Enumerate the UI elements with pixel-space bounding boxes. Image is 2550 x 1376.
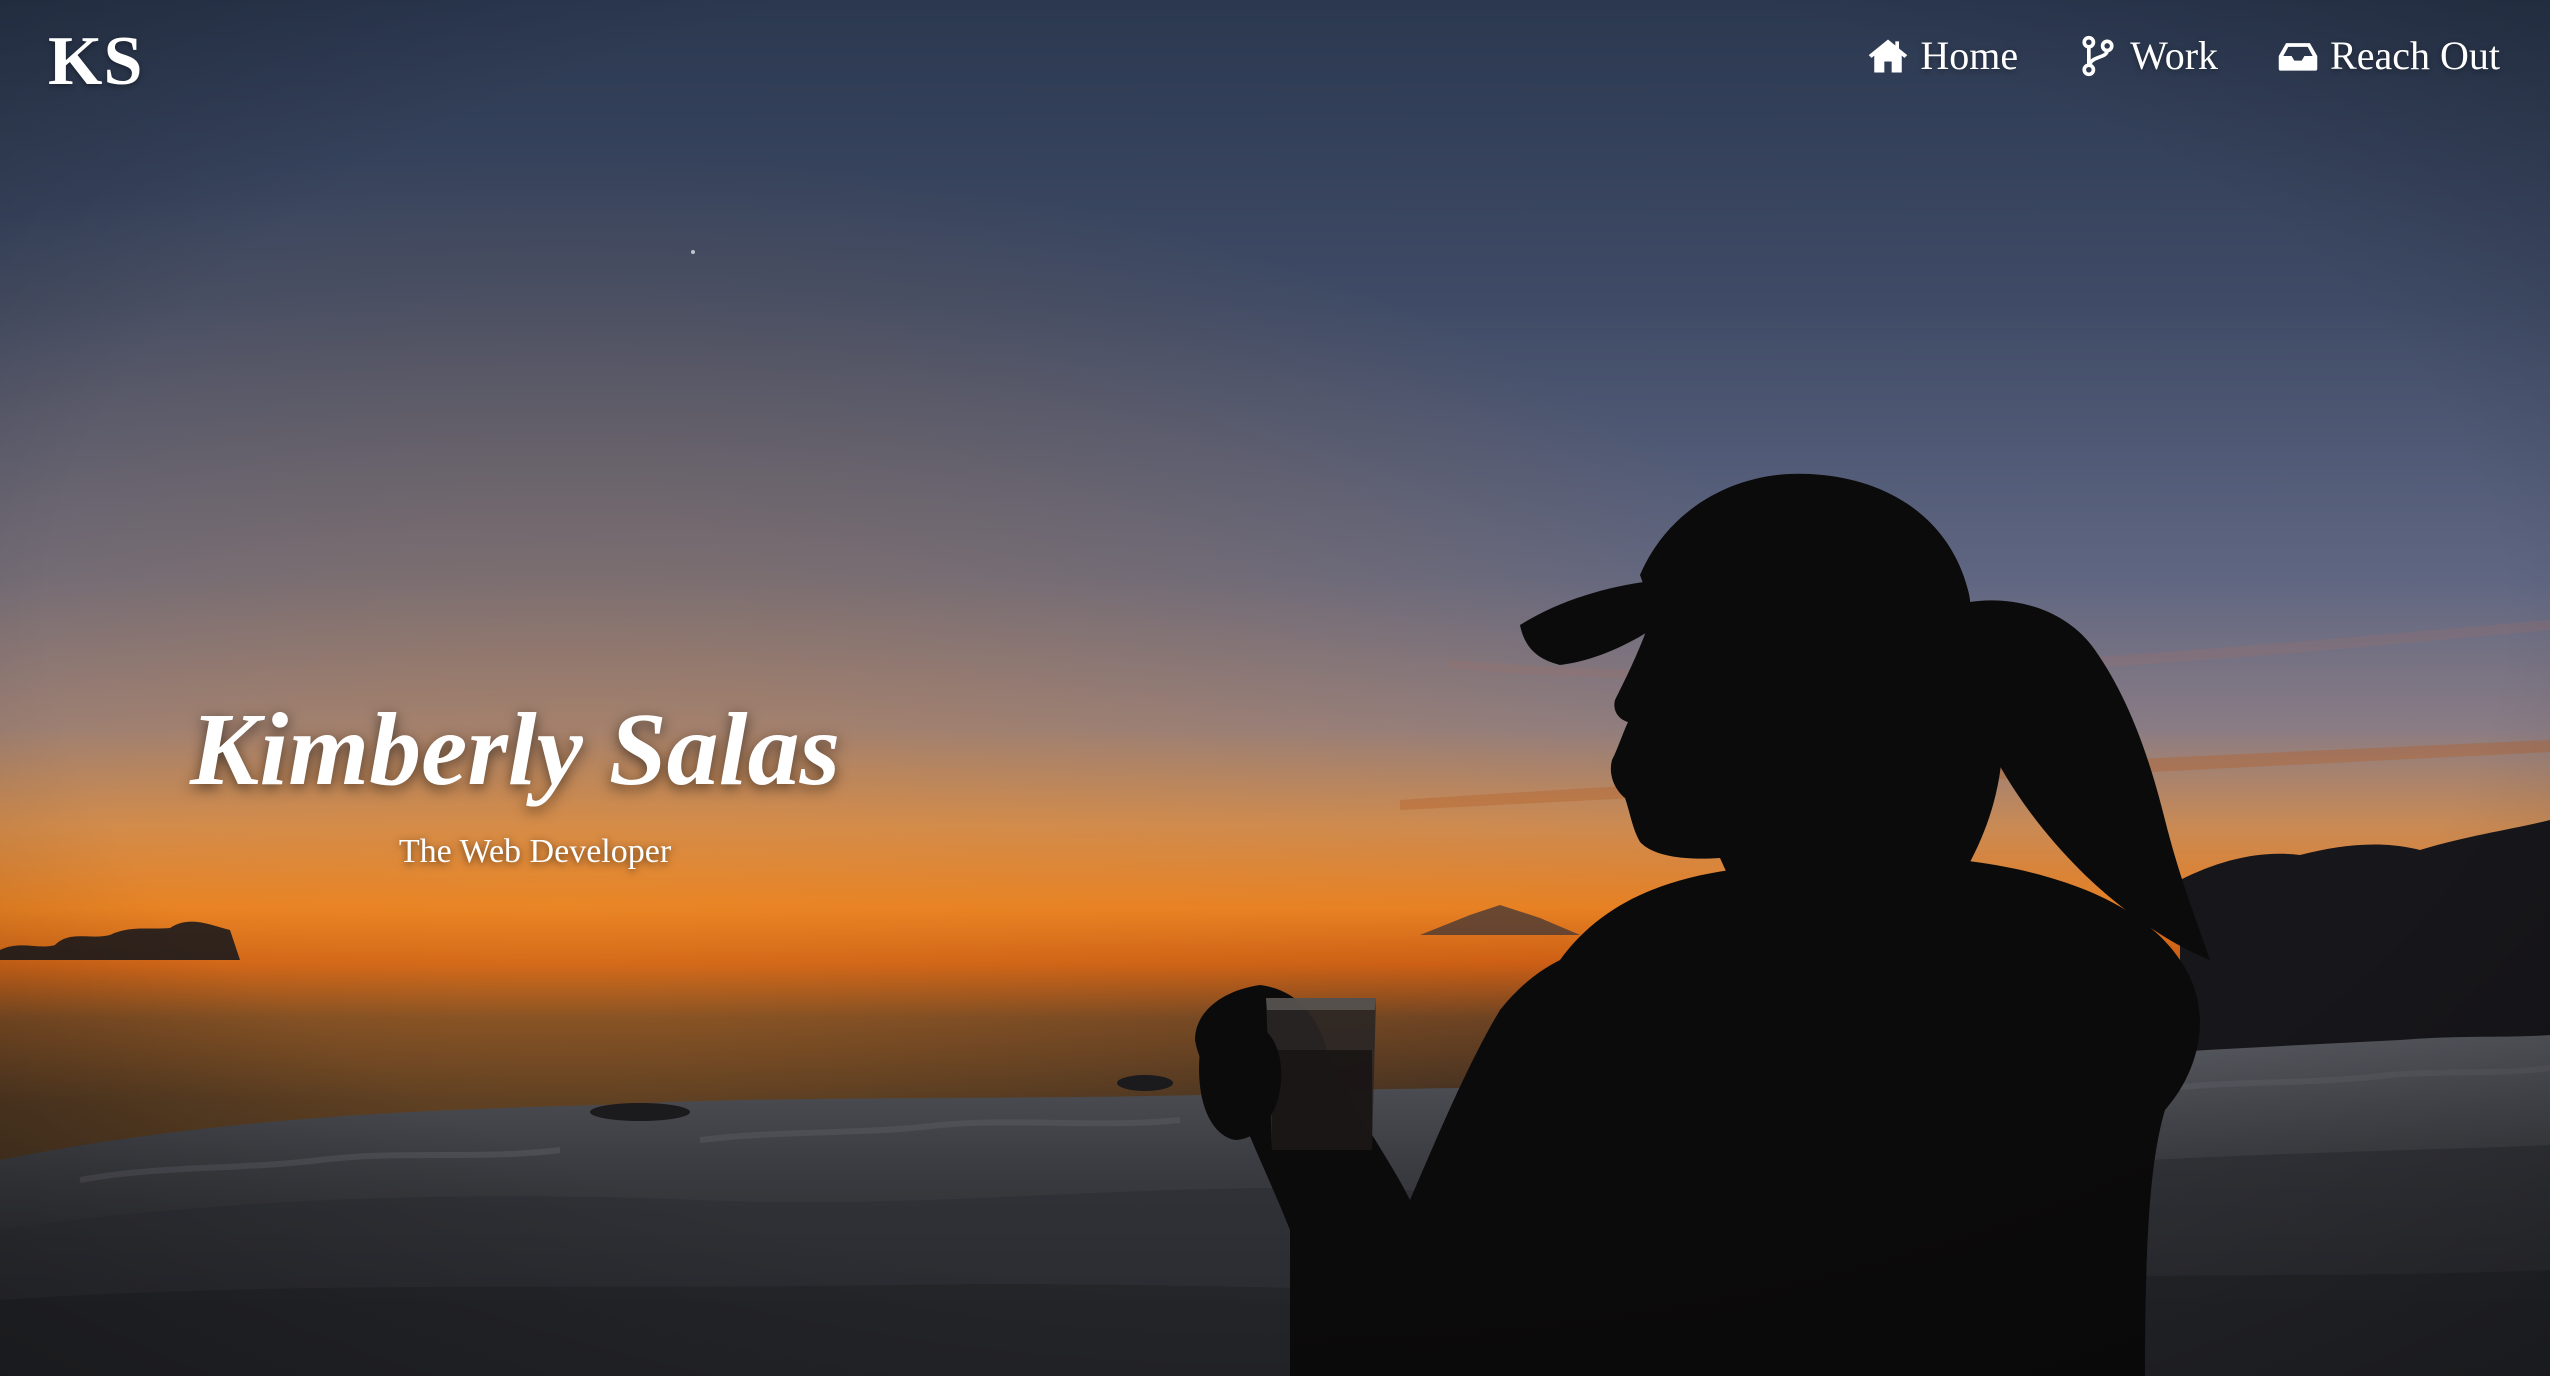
nav-work-link[interactable]: Work — [2076, 28, 2218, 84]
nav-home-label: Home — [1920, 33, 2019, 78]
home-icon — [1866, 34, 1910, 78]
nav-work-label: Work — [2130, 33, 2219, 78]
nav-reach-out-label: Reach Out — [2330, 33, 2500, 78]
main-nav: Home Work Reach Out — [1866, 28, 2500, 84]
nav-home-link[interactable]: Home — [1866, 28, 2018, 84]
nav-reach-out-link[interactable]: Reach Out — [2276, 28, 2500, 84]
hero-section: KS Home Work Reach Out Kimberly Salas Th… — [0, 0, 2550, 1376]
brand-logo[interactable]: KS — [48, 22, 143, 102]
hero-subtitle: The Web Developer — [398, 833, 672, 870]
inbox-icon — [2276, 34, 2320, 78]
code-branch-icon — [2076, 34, 2120, 78]
hero-title: Kimberly Salas — [190, 692, 841, 807]
